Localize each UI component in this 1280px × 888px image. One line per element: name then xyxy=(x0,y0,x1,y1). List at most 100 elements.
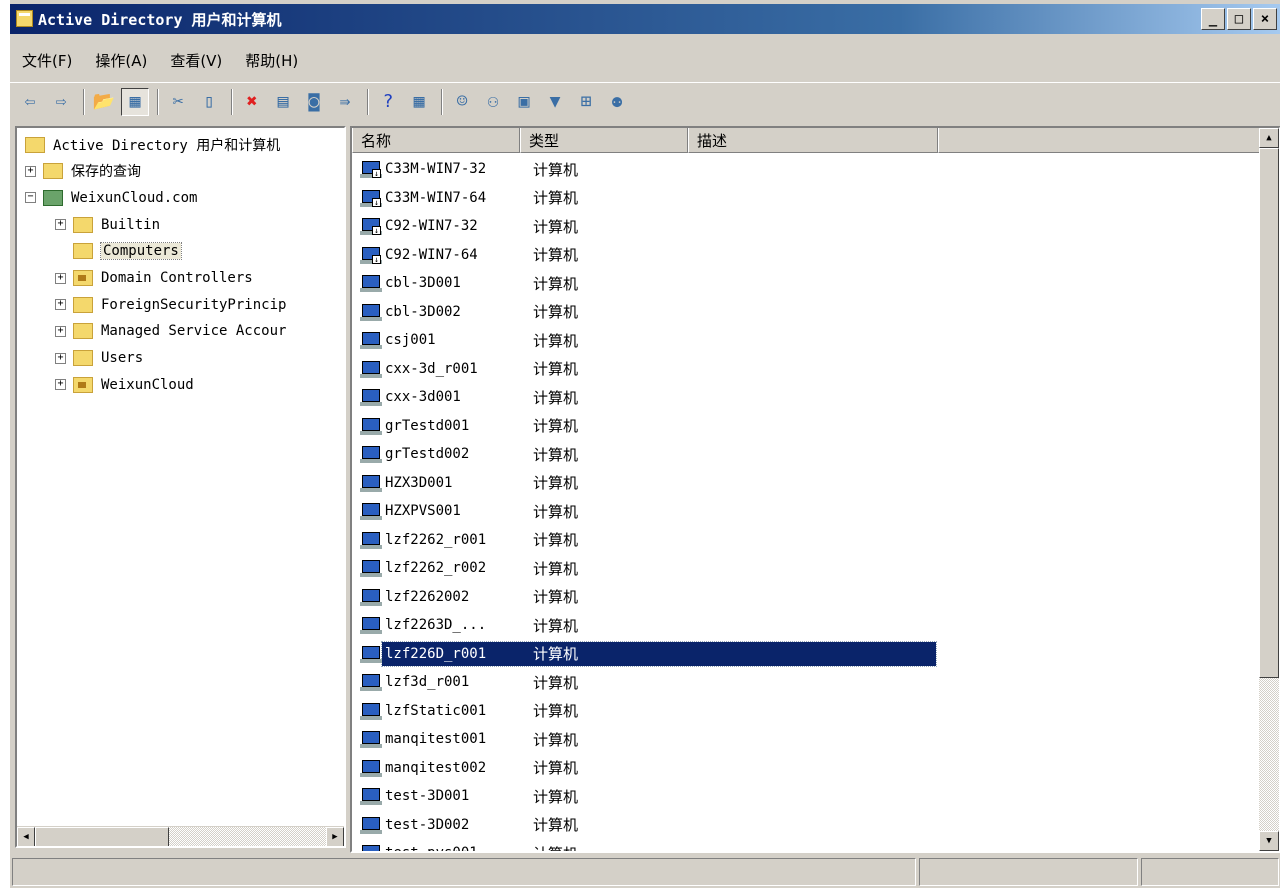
tree-builtin[interactable]: + Builtin xyxy=(55,212,160,237)
computer-row[interactable]: lzfStatic001 计算机 xyxy=(352,697,1261,725)
minimize-button[interactable]: _ xyxy=(1201,8,1225,30)
help-button[interactable]: ? xyxy=(374,88,402,116)
computer-icon xyxy=(360,303,382,321)
tree-scroll-thumb[interactable] xyxy=(35,827,169,846)
scroll-left-button[interactable]: ◀ xyxy=(17,827,35,846)
new-user-button[interactable]: ☺ xyxy=(448,88,476,116)
computer-name: lzf2262_r001 xyxy=(385,531,487,548)
computer-row[interactable]: lzf2262002 计算机 xyxy=(352,583,1261,611)
menu-action[interactable]: 操作(A) xyxy=(83,50,158,71)
properties-button[interactable]: ▤ xyxy=(269,88,297,116)
computer-icon xyxy=(360,673,382,691)
show-console-tree-button[interactable]: ▦ xyxy=(121,87,149,116)
tree-saved-queries[interactable]: + 保存的查询 xyxy=(25,159,141,184)
computer-name: cbl-3D001 xyxy=(385,275,461,291)
delete-button[interactable]: ✖ xyxy=(238,88,266,116)
computer-row[interactable]: cbl-3D001 计算机 xyxy=(352,269,1261,297)
tree-foreign-security[interactable]: + ForeignSecurityPrincip xyxy=(55,292,286,317)
new-ou-button[interactable]: ▣ xyxy=(510,88,538,116)
tree-domain-controllers[interactable]: + Domain Controllers xyxy=(55,266,253,291)
computer-name: lzfStatic001 xyxy=(385,702,487,719)
computer-row[interactable]: grTestd002 计算机 xyxy=(352,440,1261,468)
computer-icon xyxy=(360,474,382,492)
tree-computers[interactable]: Computers xyxy=(55,239,182,264)
maximize-button[interactable]: □ xyxy=(1227,8,1251,30)
list-vertical-scrollbar[interactable]: ▲ ▼ xyxy=(1259,128,1279,851)
menu-help[interactable]: 帮助(H) xyxy=(233,50,309,71)
tree-node-label: Managed Service Accour xyxy=(101,323,287,340)
tree-horizontal-scrollbar[interactable]: ◀ ▶ xyxy=(17,826,344,846)
computer-icon xyxy=(360,331,382,349)
expand-icon[interactable]: + xyxy=(55,325,66,337)
scroll-down-button[interactable]: ▼ xyxy=(1259,831,1279,851)
computer-row[interactable]: HZX3D001 计算机 xyxy=(352,469,1261,497)
computer-name: lzf2262_r002 xyxy=(385,560,487,576)
export-list-button[interactable]: ⇛ xyxy=(331,88,359,116)
tree-root[interactable]: Active Directory 用户和计算机 xyxy=(25,132,280,157)
computer-row[interactable]: lzf3d_r001 计算机 xyxy=(352,668,1261,696)
users-button[interactable]: ⚉ xyxy=(603,88,631,116)
computer-row[interactable]: lzf2263D_... 计算机 xyxy=(352,611,1261,639)
scroll-right-button[interactable]: ▶ xyxy=(326,827,344,846)
computer-name: lzf3d_r001 xyxy=(385,674,470,690)
filter-button[interactable]: ▼ xyxy=(541,88,569,116)
computer-row[interactable]: cxx-3d_r001 计算机 xyxy=(352,355,1261,383)
column-header-name[interactable]: 名称 xyxy=(352,128,520,153)
computer-row[interactable]: HZXPVS001 计算机 xyxy=(352,497,1261,525)
menu-file[interactable]: 文件(F) xyxy=(10,50,83,71)
computer-row[interactable]: cbl-3D002 计算机 xyxy=(352,298,1261,326)
computer-row[interactable]: lzf2262_r002 计算机 xyxy=(352,554,1261,582)
expand-icon[interactable]: + xyxy=(55,379,66,391)
title-bar[interactable]: Active Directory 用户和计算机 _ □ × xyxy=(10,4,1280,34)
new-group-icon: ⚇ xyxy=(487,91,499,112)
cut-button[interactable]: ✂ xyxy=(164,88,192,116)
computer-row[interactable]: ↓ C33M-WIN7-32 计算机 xyxy=(352,155,1261,183)
up-folder-button[interactable]: 📂 xyxy=(90,88,118,116)
expand-icon[interactable]: + xyxy=(55,219,66,231)
expand-icon[interactable]: + xyxy=(55,352,66,364)
copy-button[interactable]: ▯ xyxy=(195,88,223,116)
computer-row[interactable]: grTestd001 计算机 xyxy=(352,412,1261,440)
toolbar-separator xyxy=(231,88,233,115)
back-arrow-button[interactable]: ⇦ xyxy=(16,88,44,116)
new-group-button[interactable]: ⚇ xyxy=(479,88,507,116)
disabled-computer-icon: ↓ xyxy=(360,189,382,207)
computer-row[interactable]: test-3D001 计算机 xyxy=(352,782,1261,810)
close-button[interactable]: × xyxy=(1253,8,1277,30)
menu-view[interactable]: 查看(V) xyxy=(158,50,233,71)
computer-row[interactable]: ↓ C92-WIN7-32 计算机 xyxy=(352,212,1261,240)
computer-row[interactable]: cxx-3d001 计算机 xyxy=(352,383,1261,411)
expand-icon[interactable]: + xyxy=(55,272,66,284)
expand-icon[interactable]: + xyxy=(55,299,66,311)
collapse-icon[interactable]: − xyxy=(25,192,36,204)
column-header-description[interactable]: 描述 xyxy=(688,128,938,153)
computer-row[interactable]: lzf226D_r001 计算机 xyxy=(352,640,1261,668)
computer-type: 计算机 xyxy=(533,274,579,293)
computer-name: C92-WIN7-64 xyxy=(385,246,478,263)
computer-row[interactable]: test-pvs001 计算机 xyxy=(352,839,1261,851)
mmc-window: Active Directory 用户和计算机 _ □ × 文件(F) 操作(A… xyxy=(9,0,1280,888)
computer-row[interactable]: lzf2262_r001 计算机 xyxy=(352,526,1261,554)
computer-row[interactable]: ↓ C33M-WIN7-64 计算机 xyxy=(352,184,1261,212)
list-scroll-thumb[interactable] xyxy=(1259,148,1279,678)
column-header-type[interactable]: 类型 xyxy=(520,128,688,153)
computer-name: grTestd002 xyxy=(385,446,470,462)
add-to-group-button[interactable]: ⊞ xyxy=(572,88,600,116)
refresh-button[interactable]: ◙ xyxy=(300,88,328,116)
folder-icon xyxy=(73,350,93,367)
computer-name: HZXPVS001 xyxy=(385,503,461,519)
tree-weixuncloud-ou[interactable]: + WeixunCloud xyxy=(55,372,194,397)
computer-row[interactable]: manqitest001 计算机 xyxy=(352,725,1261,753)
tree-managed-service[interactable]: + Managed Service Accour xyxy=(55,319,286,344)
forward-arrow-button[interactable]: ⇨ xyxy=(47,88,75,116)
computer-row[interactable]: manqitest002 计算机 xyxy=(352,754,1261,782)
tree-users[interactable]: + Users xyxy=(55,346,143,371)
computer-icon xyxy=(360,616,382,634)
tree-domain[interactable]: − WeixunCloud.com xyxy=(25,185,197,210)
computer-row[interactable]: test-3D002 计算机 xyxy=(352,811,1261,839)
expand-icon[interactable]: + xyxy=(25,165,36,177)
computer-row[interactable]: csj001 计算机 xyxy=(352,326,1261,354)
console-view-button[interactable]: ▦ xyxy=(405,88,433,116)
scroll-up-button[interactable]: ▲ xyxy=(1259,128,1279,148)
computer-row[interactable]: ↓ C92-WIN7-64 计算机 xyxy=(352,241,1261,269)
